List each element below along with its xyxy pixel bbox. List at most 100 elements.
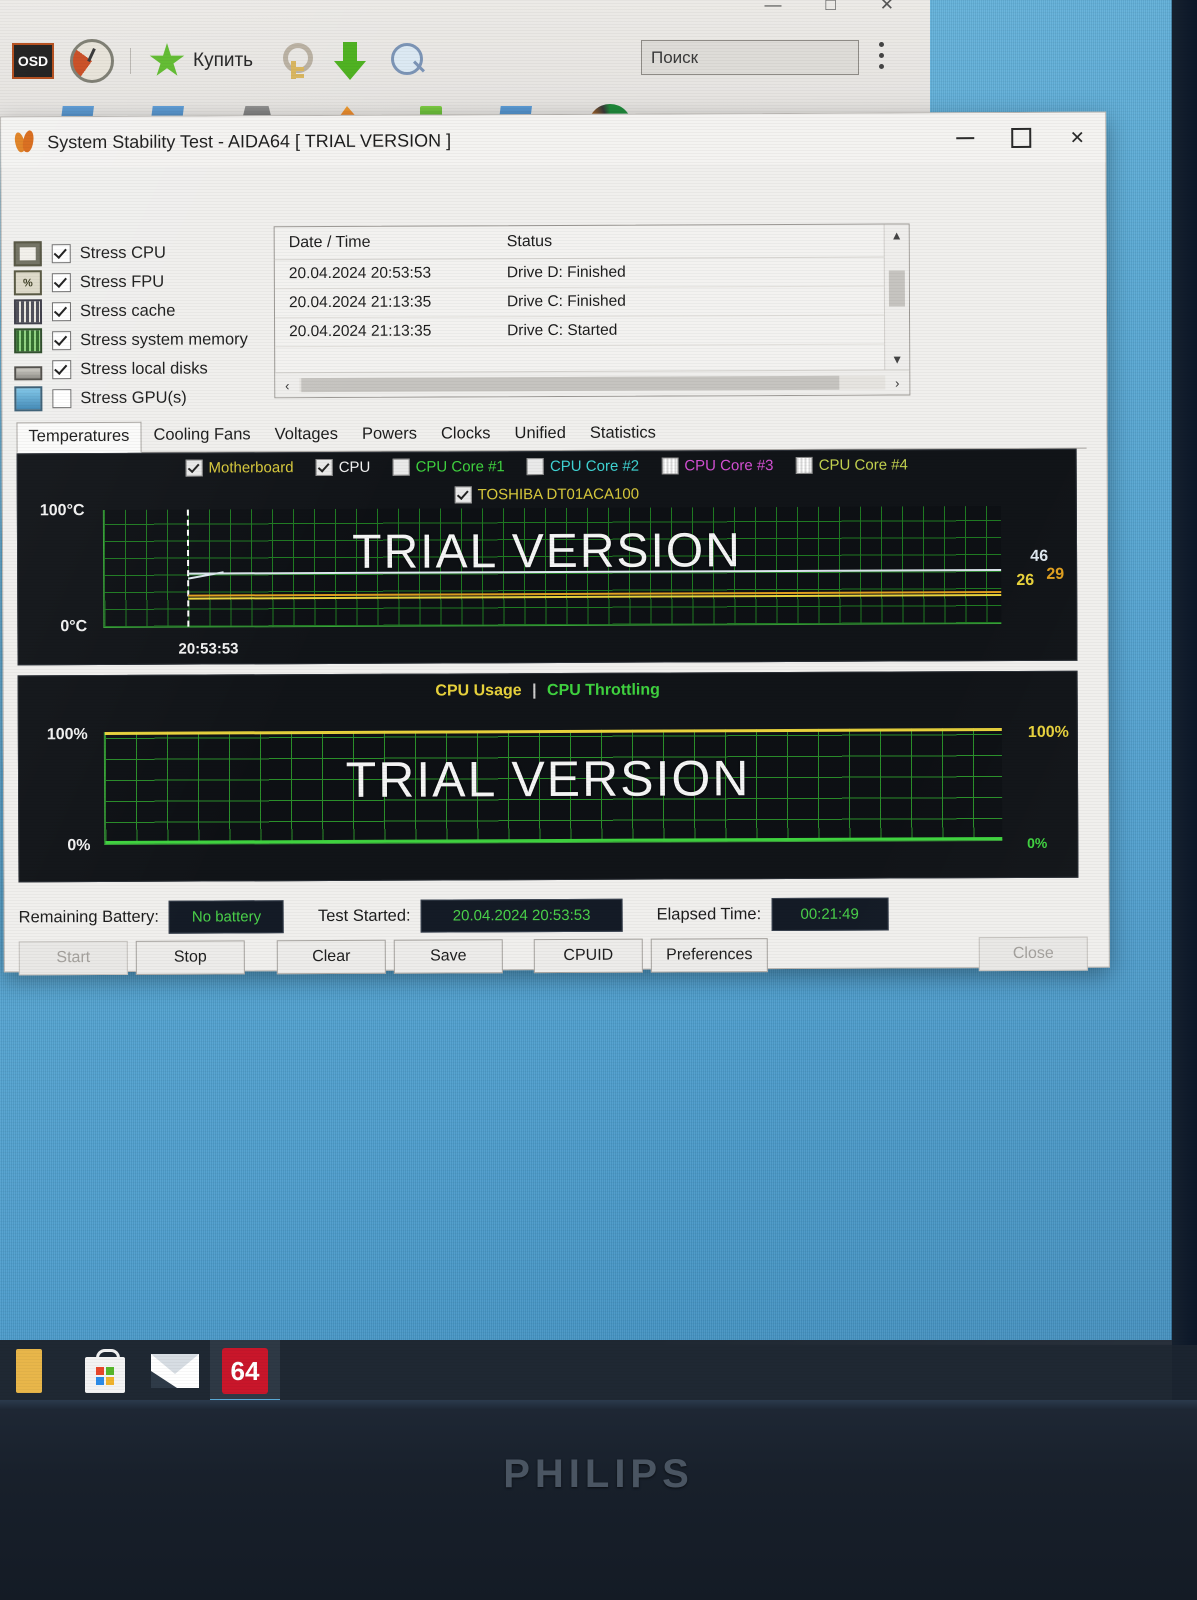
browser-close-button[interactable]: ✕ (880, 0, 894, 15)
log-cell-datetime: 20.04.2024 21:13:35 (288, 293, 432, 312)
osd-icon[interactable]: OSD (12, 43, 54, 79)
button-row: Start Stop Clear Save CPUID Preferences … (18, 936, 1089, 976)
table-row[interactable]: 20.04.2024 21:13:35 Drive C: Finished (274, 286, 910, 319)
usage-right-label-bottom: 0% (1027, 834, 1048, 851)
key-icon[interactable] (277, 43, 314, 79)
start-button[interactable]: Start (18, 940, 128, 976)
disk-icon (14, 365, 43, 380)
kebab-menu-icon[interactable] (879, 42, 885, 75)
legend-checkbox-core3[interactable] (661, 457, 679, 475)
legend-checkbox-motherboard[interactable] (185, 459, 203, 477)
stop-button[interactable]: Stop (135, 940, 245, 975)
stress-option-gpu[interactable]: Stress GPU(s) (14, 383, 272, 413)
cpu-usage-chart: CPU Usage | CPU Throttling 100% 0% 100% … (17, 670, 1079, 883)
cpuid-button[interactable]: CPUID (533, 938, 643, 974)
log-horizontal-scrollbar[interactable]: ‹ › (275, 369, 910, 398)
buy-button-label[interactable]: Купить (193, 50, 253, 72)
scroll-thumb-horizontal[interactable] (301, 375, 840, 393)
legend-label-core4: CPU Core #4 (818, 456, 908, 474)
tab-clocks[interactable]: Clocks (429, 419, 503, 450)
stress-memory-checkbox[interactable] (52, 331, 72, 351)
stress-cache-checkbox[interactable] (51, 302, 72, 322)
scroll-right-icon[interactable]: › (885, 375, 909, 390)
legend-checkbox-core4[interactable] (795, 456, 813, 474)
table-row[interactable]: 20.04.2024 20:53:53 Drive D: Finished (274, 257, 909, 290)
stress-option-cache[interactable]: Stress cache (13, 296, 272, 326)
preferences-button[interactable]: Preferences (650, 938, 768, 973)
legend-checkbox-core2[interactable] (526, 458, 544, 476)
maximize-button[interactable] (993, 113, 1049, 163)
log-header: Date / Time Status (274, 224, 909, 261)
scroll-track-horizontal[interactable] (299, 375, 886, 393)
browser-maximize-button[interactable]: □ (825, 0, 835, 15)
titlebar: System Stability Test - AIDA64 [ TRIAL V… (1, 112, 1106, 168)
tab-cooling-fans[interactable]: Cooling Fans (141, 420, 262, 452)
legend-checkbox-cpu[interactable] (315, 458, 333, 477)
log-vertical-scrollbar[interactable]: ▲ ▼ (883, 224, 910, 371)
download-arrow-icon[interactable] (333, 42, 367, 80)
temp-xaxis-start-time: 20:53:53 (178, 640, 239, 658)
usage-legend-cpu-throttling[interactable]: CPU Throttling (547, 682, 660, 699)
scroll-down-icon[interactable]: ▼ (885, 348, 909, 370)
taskbar-item-mail[interactable] (140, 1340, 210, 1402)
series-cpu-usage (104, 728, 1002, 735)
tab-temperatures[interactable]: Temperatures (16, 421, 142, 454)
stress-disks-checkbox[interactable] (52, 360, 72, 380)
stress-fpu-label: Stress FPU (79, 272, 165, 292)
browser-minimize-button[interactable]: — (764, 0, 781, 15)
tab-statistics[interactable]: Statistics (578, 419, 668, 450)
magnifier-icon[interactable] (391, 43, 427, 79)
stress-cpu-checkbox[interactable] (51, 244, 71, 264)
stress-options-list: Stress CPU % Stress FPU Stress cache Str… (13, 238, 273, 413)
store-icon (85, 1349, 125, 1393)
clear-button[interactable]: Clear (276, 939, 386, 975)
tab-unified[interactable]: Unified (502, 419, 578, 450)
close-button[interactable]: ✕ (1049, 113, 1105, 163)
series-cpu-throttling (105, 837, 1003, 844)
taskbar-item-store[interactable] (70, 1340, 140, 1402)
scroll-up-icon[interactable]: ▲ (885, 224, 909, 246)
tab-powers[interactable]: Powers (350, 420, 429, 451)
legend-item-core4[interactable]: CPU Core #4 (795, 456, 908, 474)
stress-option-cpu[interactable]: Stress CPU (13, 238, 272, 268)
legend-label-core1: CPU Core #1 (415, 458, 505, 476)
legend-checkbox-toshiba[interactable] (454, 486, 472, 504)
taskbar-item-edge[interactable] (0, 1340, 70, 1402)
log-column-datetime: Date / Time (288, 233, 371, 252)
log-cell-datetime: 20.04.2024 21:13:35 (289, 322, 432, 341)
stress-option-fpu[interactable]: % Stress FPU (13, 267, 272, 297)
taskbar-item-aida64[interactable]: 64 (210, 1340, 280, 1402)
save-button[interactable]: Save (393, 939, 503, 974)
legend-item-core1[interactable]: CPU Core #1 (392, 458, 505, 476)
monitor-bezel (0, 1410, 1197, 1600)
table-row[interactable]: 20.04.2024 21:13:35 Drive C: Started (275, 315, 910, 348)
scroll-left-icon[interactable]: ‹ (275, 378, 299, 393)
search-input[interactable]: Поиск (641, 40, 859, 75)
log-cell-status: Drive C: Started (507, 321, 618, 340)
browser-window-controls: — □ ✕ (634, 0, 930, 18)
stress-option-disks[interactable]: Stress local disks (14, 354, 272, 384)
stress-cpu-label: Stress CPU (79, 243, 166, 263)
aida64-flame-icon (13, 130, 35, 154)
stress-fpu-checkbox[interactable] (51, 273, 71, 293)
usage-legend-cpu-usage[interactable]: CPU Usage (435, 682, 521, 699)
tab-voltages[interactable]: Voltages (263, 420, 350, 451)
tab-bar: Temperatures Cooling Fans Voltages Power… (16, 417, 1087, 454)
temp-axis-bottom-label: 0°C (60, 618, 88, 636)
close-action-button[interactable]: Close (978, 936, 1088, 972)
legend-item-core2[interactable]: CPU Core #2 (526, 458, 639, 476)
gpu-icon (14, 386, 43, 412)
legend-item-cpu[interactable]: CPU (315, 458, 370, 477)
stress-gpu-checkbox[interactable] (52, 389, 72, 409)
minimize-button[interactable] (937, 113, 993, 163)
legend-checkbox-core1[interactable] (392, 458, 410, 476)
legend-item-toshiba[interactable]: TOSHIBA DT01ACA100 (454, 486, 639, 504)
star-icon[interactable] (149, 43, 185, 76)
elapsed-time-value: 00:21:49 (771, 897, 889, 931)
stress-option-memory[interactable]: Stress system memory (14, 325, 272, 355)
window-title: System Stability Test - AIDA64 [ TRIAL V… (47, 129, 452, 152)
gauge-icon[interactable] (70, 39, 114, 83)
legend-item-core3[interactable]: CPU Core #3 (661, 457, 774, 475)
legend-item-motherboard[interactable]: Motherboard (185, 459, 294, 477)
scroll-thumb-vertical[interactable] (888, 270, 905, 307)
